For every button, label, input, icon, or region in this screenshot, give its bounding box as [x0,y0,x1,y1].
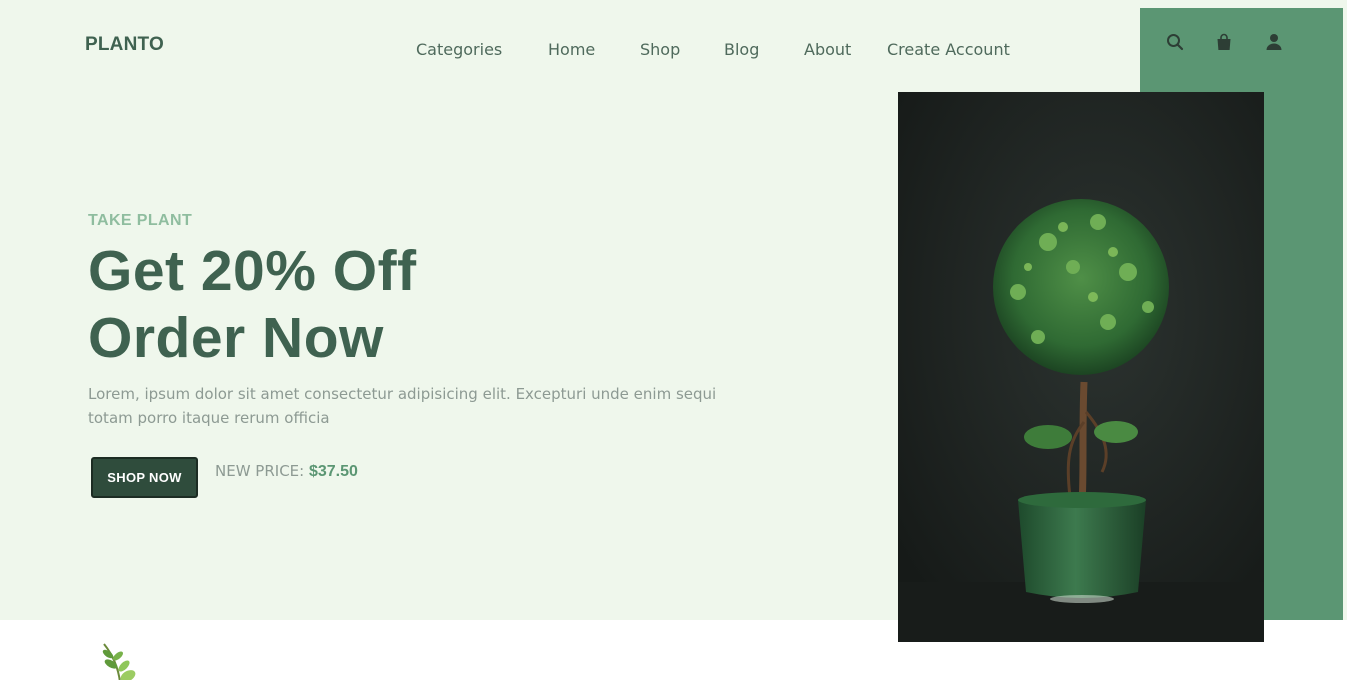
nav-link-shop[interactable]: Shop [640,40,680,59]
nav-link-categories[interactable]: Categories [416,40,502,59]
price-display: NEW PRICE: $37.50 [215,462,358,481]
headline-line-2: Order Now [88,306,384,370]
plant-photo [898,92,1264,642]
nav-link-create-account[interactable]: Create Account [887,40,1010,59]
hero-headline: Get 20% Off Order Now [88,238,417,372]
hero-description: Lorem, ipsum dolor sit amet consectetur … [88,385,717,427]
search-icon[interactable] [1163,30,1187,54]
nav-link-blog[interactable]: Blog [724,40,759,59]
price-label: NEW PRICE: [215,462,305,480]
shop-now-button[interactable]: SHOP NOW [91,457,198,498]
user-icon[interactable] [1262,30,1286,54]
price-value: $37.50 [308,463,358,480]
hero-eyebrow: TAKE PLANT [88,212,193,229]
site-logo[interactable]: PLANTO [85,34,164,56]
nav-link-home[interactable]: Home [548,40,595,59]
nav-link-about[interactable]: About [804,40,851,59]
shopping-bag-icon[interactable] [1212,30,1236,54]
leaf-decoration-icon [98,642,140,680]
headline-line-1: Get 20% Off [88,239,417,303]
